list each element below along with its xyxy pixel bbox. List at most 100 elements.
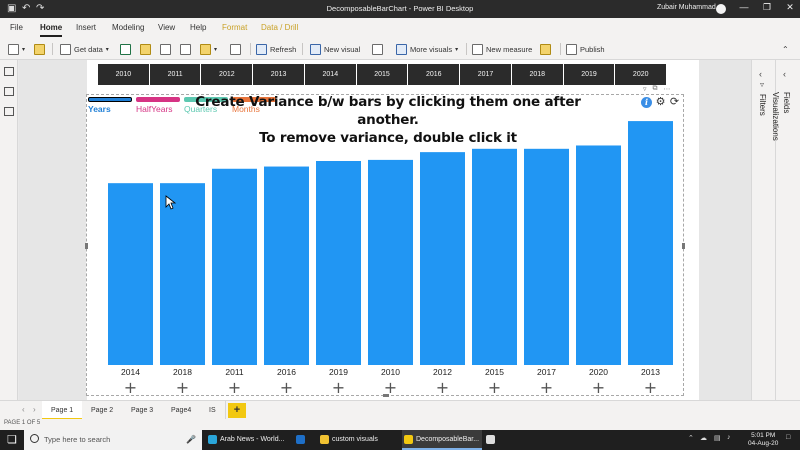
avatar[interactable] xyxy=(716,4,726,14)
slicer-year[interactable]: 2017 xyxy=(460,64,511,85)
plus-icon[interactable]: + xyxy=(332,378,345,397)
windows-start-icon[interactable]: ❏ xyxy=(0,430,24,450)
plus-icon[interactable]: + xyxy=(384,378,397,397)
plus-icon[interactable]: + xyxy=(124,378,137,397)
network-icon[interactable]: ▤ xyxy=(714,434,721,442)
bar-2013[interactable] xyxy=(628,121,673,365)
format-painter-button[interactable] xyxy=(34,42,45,56)
page-tab[interactable]: Page 3 xyxy=(122,401,164,420)
plus-icon[interactable]: + xyxy=(644,378,657,397)
chevron-left-icon[interactable]: ‹ xyxy=(759,69,762,79)
quick-measure-button[interactable] xyxy=(540,42,551,56)
menu-format[interactable]: Format xyxy=(222,23,247,32)
refresh-button[interactable]: Refresh xyxy=(256,42,296,56)
paste-button[interactable]: ▾ xyxy=(8,42,25,56)
bar-2015[interactable] xyxy=(472,148,517,365)
slicer-year[interactable]: 2016 xyxy=(408,64,460,85)
bar-2019[interactable] xyxy=(316,161,361,365)
bar-2010[interactable] xyxy=(368,159,413,365)
plus-icon[interactable]: + xyxy=(436,378,449,397)
model-view-icon[interactable] xyxy=(4,107,14,116)
new-measure-button[interactable]: New measure xyxy=(472,42,532,56)
new-visual-button[interactable]: New visual xyxy=(310,42,360,56)
sql-button[interactable] xyxy=(160,42,171,56)
chevron-left-icon[interactable]: ‹ xyxy=(783,69,786,79)
transform-button[interactable] xyxy=(230,42,241,56)
next-page-icon[interactable]: › xyxy=(33,405,36,414)
refresh-icon[interactable]: ⟳ xyxy=(669,96,680,108)
weather-icon[interactable]: ☁ xyxy=(700,434,707,442)
menu-file[interactable]: File xyxy=(10,23,23,32)
slicer-year[interactable]: 2012 xyxy=(201,64,253,85)
page-tab[interactable]: Page 1 xyxy=(42,401,84,420)
prev-page-icon[interactable]: ‹ xyxy=(22,405,25,414)
fields-pane-label[interactable]: Fields xyxy=(782,92,791,113)
taskbar-item-powerbi[interactable]: DecomposableBar... xyxy=(402,430,482,450)
slicer-year[interactable]: 2020 xyxy=(615,64,667,85)
enter-data-button[interactable] xyxy=(180,42,191,56)
notifications-icon[interactable]: □ xyxy=(786,434,790,441)
visualizations-pane-label[interactable]: Visualizations xyxy=(771,92,780,141)
more-options-icon[interactable]: ⋯ xyxy=(664,85,671,93)
menu-insert[interactable]: Insert xyxy=(76,23,96,32)
page-tab[interactable]: Page4 xyxy=(162,401,202,420)
taskbar-item-outlook[interactable] xyxy=(294,430,316,450)
legend-swatch-halfyears[interactable] xyxy=(136,97,180,102)
add-page-button[interactable]: + xyxy=(228,403,246,418)
data-view-icon[interactable] xyxy=(4,87,14,96)
plus-icon[interactable]: + xyxy=(488,378,501,397)
info-icon[interactable]: i xyxy=(641,96,652,108)
slicer-year[interactable]: 2010 xyxy=(98,64,149,85)
recent-sources-button[interactable]: ▾ xyxy=(200,42,217,56)
more-visuals-button[interactable]: More visuals ▾ xyxy=(396,42,458,56)
slicer-year[interactable]: 2018 xyxy=(511,64,563,85)
plus-icon[interactable]: + xyxy=(228,378,241,397)
bar-2017[interactable] xyxy=(524,148,569,365)
microphone-icon[interactable]: 🎤 xyxy=(186,430,196,450)
slicer-year[interactable]: 2014 xyxy=(304,64,356,85)
maximize-button[interactable]: ❐ xyxy=(760,2,774,16)
bar-2011[interactable] xyxy=(212,168,257,365)
excel-button[interactable] xyxy=(120,42,131,56)
bar-2018[interactable] xyxy=(160,183,205,365)
menu-data-drill[interactable]: Data / Drill xyxy=(261,23,298,32)
chevron-up-icon[interactable]: ⌃ xyxy=(688,434,694,442)
menu-view[interactable]: View xyxy=(158,23,175,32)
slicer-year[interactable]: 2011 xyxy=(149,64,201,85)
taskbar-item-browser[interactable]: Arab News - World... xyxy=(206,430,294,450)
plus-icon[interactable]: + xyxy=(176,378,189,397)
get-data-button[interactable]: Get data ▾ xyxy=(60,42,109,56)
clock[interactable]: 5:01 PM 04-Aug-20 xyxy=(748,432,778,448)
legend-swatch-years[interactable] xyxy=(88,97,132,102)
bar-2016[interactable] xyxy=(264,166,309,365)
publish-button[interactable]: Publish xyxy=(566,42,605,56)
minimize-button[interactable]: — xyxy=(737,2,751,16)
visualizations-fields-pane[interactable]: ‹ Fields Visualizations xyxy=(771,60,800,400)
ribbon-collapse-button[interactable]: ⌃ xyxy=(782,42,789,56)
taskbar-item-app[interactable] xyxy=(484,430,506,450)
taskbar-search[interactable]: Type here to search 🎤 xyxy=(24,430,202,450)
volume-icon[interactable]: ♪ xyxy=(727,434,731,441)
filter-icon[interactable]: ▿ xyxy=(643,85,647,93)
menu-modeling[interactable]: Modeling xyxy=(112,23,144,32)
menu-help[interactable]: Help xyxy=(190,23,206,32)
slicer-year[interactable]: 2019 xyxy=(563,64,615,85)
text-box-button[interactable] xyxy=(372,42,383,56)
plus-icon[interactable]: + xyxy=(280,378,293,397)
taskbar-item-explorer[interactable]: custom visuals xyxy=(318,430,400,450)
plus-icon[interactable]: + xyxy=(592,378,605,397)
bar-2012[interactable] xyxy=(420,152,465,365)
bar-2014[interactable] xyxy=(108,183,153,365)
report-view-icon[interactable] xyxy=(4,67,14,76)
page-tab[interactable]: Page 2 xyxy=(82,401,124,420)
datasets-button[interactable] xyxy=(140,42,151,56)
plus-icon[interactable]: + xyxy=(540,378,553,397)
menu-home[interactable]: Home xyxy=(40,23,63,37)
slicer-year[interactable]: 2013 xyxy=(253,64,304,85)
gear-icon[interactable]: ⚙ xyxy=(655,96,666,108)
user-name[interactable]: Zubair Muhammad xyxy=(657,4,716,11)
page-tab[interactable]: IS xyxy=(200,401,226,420)
focus-mode-icon[interactable]: ⧉ xyxy=(653,85,658,93)
slicer-year[interactable]: 2015 xyxy=(356,64,408,85)
close-button[interactable]: ✕ xyxy=(783,2,797,16)
